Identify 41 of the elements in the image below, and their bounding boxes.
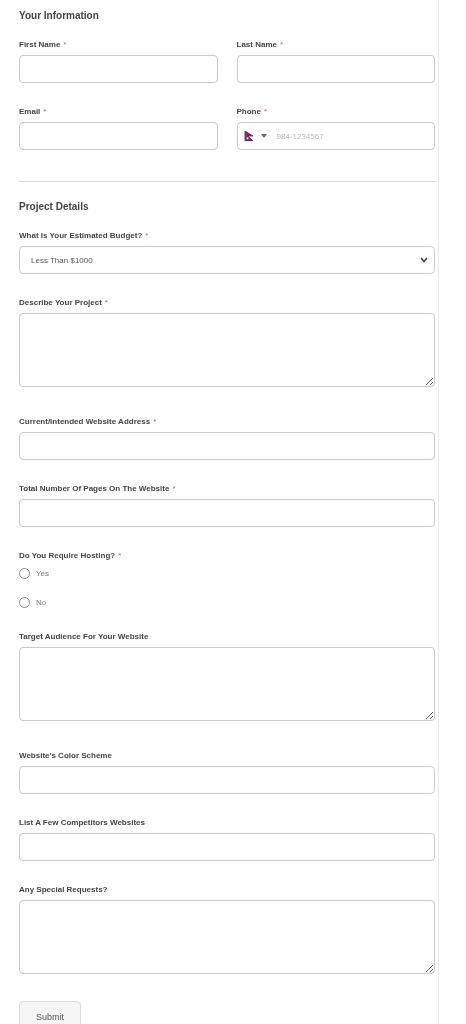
section-title: Project Details <box>19 200 90 214</box>
field-label: Phone <box>236 106 261 118</box>
required-mark: * <box>63 39 67 51</box>
field-label: Target Audience For Your Website <box>19 631 149 643</box>
input-field[interactable] <box>19 122 218 150</box>
radio-label: Yes <box>36 568 50 578</box>
input-field[interactable] <box>19 833 435 861</box>
phone-field[interactable]: 984-1234567 <box>236 122 435 150</box>
field-label: Last Name <box>236 39 277 51</box>
required-mark: * <box>153 416 157 428</box>
caret-icon <box>260 134 267 138</box>
input-field[interactable] <box>19 499 435 527</box>
field-label: Any Special Requests? <box>19 884 108 896</box>
text-area[interactable] <box>19 313 435 387</box>
field-label: Current/Intended Website Address <box>19 416 151 428</box>
field-label: List A Few Competitors Websites <box>19 817 145 829</box>
input-field[interactable] <box>19 766 435 794</box>
required-mark: * <box>279 39 284 51</box>
field-label: What Is Your Estimated Budget? <box>19 230 143 242</box>
field-label: Email <box>19 106 41 118</box>
required-mark: * <box>145 230 149 242</box>
required-mark: * <box>43 106 47 118</box>
submit-button[interactable]: Submit <box>19 1001 81 1024</box>
required-mark: * <box>172 483 176 495</box>
text-area[interactable] <box>19 647 435 721</box>
field-label: Do You Require Hosting? <box>19 550 116 562</box>
field-label: Describe Your Project <box>19 297 102 309</box>
radio-label: No <box>36 597 47 607</box>
section-title: Your Information <box>19 9 100 23</box>
field-label: Website's Color Scheme <box>19 750 112 762</box>
field-label: Total Number Of Pages On The Website <box>19 483 170 495</box>
text-area[interactable] <box>19 900 435 974</box>
required-mark: * <box>263 106 268 118</box>
input-field[interactable] <box>19 55 218 83</box>
required-mark: * <box>104 297 108 309</box>
field-label: First Name <box>19 39 61 51</box>
chevron-down-icon <box>420 257 428 263</box>
input-field[interactable] <box>236 55 435 83</box>
required-mark: * <box>118 550 122 562</box>
input-field[interactable] <box>19 432 435 460</box>
dropdown-field[interactable]: Less Than $1000 <box>19 246 435 274</box>
